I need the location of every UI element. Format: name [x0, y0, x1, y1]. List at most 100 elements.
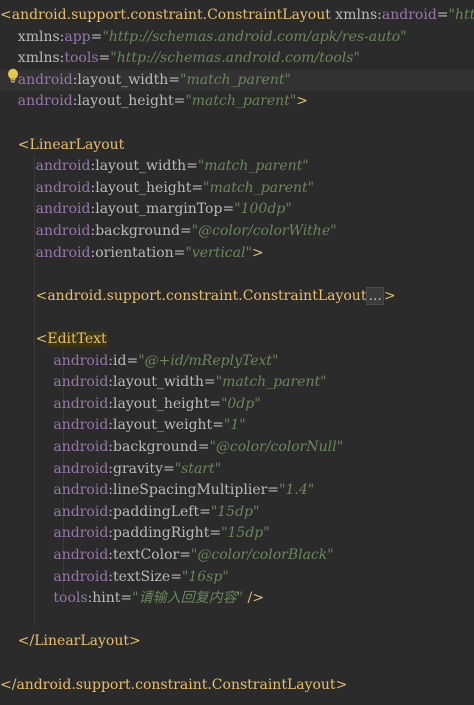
code-token: =	[126, 352, 139, 369]
code-token: <	[0, 331, 48, 347]
code-token: =	[267, 482, 280, 499]
code-token: android	[0, 417, 109, 434]
code-line[interactable]: android:id="@+id/mReplyText"	[0, 351, 474, 372]
code-line[interactable]: android:background="@color/colorWithe"	[0, 221, 474, 242]
code-token: >	[251, 244, 264, 261]
code-line[interactable]	[0, 113, 474, 134]
code-token: =	[90, 28, 103, 45]
code-token: "match_parent"	[185, 93, 297, 110]
code-token: lineSpacingMultiplier	[113, 482, 268, 499]
code-token: "@color/colorWithe"	[191, 223, 337, 239]
code-token: <android.support.constraint.ConstraintLa…	[0, 287, 367, 304]
code-token: =	[209, 395, 221, 412]
code-token: </LinearLayout>	[0, 633, 141, 650]
code-line[interactable]: android:layout_width="match_parent"	[0, 69, 474, 91]
code-line[interactable]: android:layout_height="match_parent">	[0, 91, 474, 112]
code-line[interactable]: xmlns:app="http://schemas.android.com/ap…	[0, 27, 474, 48]
code-token: tools	[0, 590, 88, 607]
code-line[interactable]	[0, 653, 474, 674]
code-token: background	[113, 439, 198, 455]
code-token: orientation	[95, 244, 174, 261]
code-line[interactable]: android:layout_height="match_parent"	[0, 178, 474, 199]
code-token: =	[203, 374, 216, 391]
code-token: tools	[64, 50, 99, 67]
code-line[interactable]: android:textColor="@color/colorBlack"	[0, 545, 474, 566]
code-token: android	[0, 547, 109, 563]
code-token: =	[98, 50, 111, 67]
code-token: xmlns	[0, 28, 60, 45]
code-line[interactable]: tools:hint="请输入回复内容" />	[0, 588, 474, 609]
code-token: =	[173, 93, 186, 110]
code-token: "match_parent"	[203, 179, 315, 196]
code-token: "100dp"	[234, 201, 292, 218]
code-line[interactable]: android:lineSpacingMultiplier="1.4"	[0, 480, 474, 501]
code-token: "@color/colorNull"	[209, 439, 344, 455]
code-token: "0dp"	[220, 395, 261, 412]
code-line[interactable]: xmlns:tools="http://schemas.android.com/…	[0, 48, 474, 69]
code-token: android	[0, 93, 73, 110]
code-token: >	[296, 93, 308, 110]
code-token: "match_parent"	[215, 374, 327, 391]
code-token: "vertical"	[185, 244, 252, 261]
code-token: android	[0, 244, 91, 261]
code-line[interactable]	[0, 264, 474, 285]
code-token: <android.support.constraint.ConstraintLa…	[0, 7, 331, 23]
code-token: "1"	[223, 417, 246, 434]
code-line[interactable]: android:layout_marginTop="100dp"	[0, 199, 474, 220]
code-line[interactable]: </LinearLayout>	[0, 631, 474, 652]
code-token: android	[0, 525, 109, 542]
code-token: android	[0, 179, 91, 196]
code-token: "http://schemas.android.com/apk/res-auto…	[102, 28, 407, 45]
code-token: id	[113, 352, 127, 369]
code-token: =	[120, 590, 133, 607]
code-token: >	[383, 287, 396, 304]
code-token: android	[0, 439, 109, 455]
code-token: "请输入回复内容"	[132, 590, 244, 607]
code-token: layout_width	[77, 71, 169, 88]
code-token: xmlns	[0, 50, 60, 67]
code-line[interactable]: </android.support.constraint.ConstraintL…	[0, 675, 474, 696]
code-line[interactable]: <LinearLayout	[0, 135, 474, 156]
code-token: "start"	[174, 460, 222, 477]
code-editor[interactable]: <android.support.constraint.ConstraintLa…	[0, 0, 474, 705]
code-line[interactable]: <android.support.constraint.ConstraintLa…	[0, 5, 474, 26]
code-line[interactable]: android:gravity="start"	[0, 459, 474, 480]
code-token: =	[168, 71, 181, 88]
code-line[interactable]: android:paddingRight="15dp"	[0, 523, 474, 544]
code-line[interactable]: android:textSize="16sp"	[0, 567, 474, 588]
code-token: layout_height	[77, 93, 174, 110]
code-token: paddingLeft	[113, 503, 200, 520]
code-token: android	[0, 395, 109, 412]
code-line[interactable]: android:orientation="vertical">	[0, 243, 474, 264]
code-token: layout_weight	[113, 417, 213, 434]
code-token: ...	[366, 286, 384, 305]
code-token: </android.support.constraint.ConstraintL…	[0, 676, 348, 693]
code-token: =	[173, 244, 186, 261]
code-line[interactable]: android:paddingLeft="15dp"	[0, 502, 474, 523]
code-token: background	[95, 223, 180, 239]
code-token: "@color/colorBlack"	[190, 547, 334, 563]
code-token: hint	[92, 590, 121, 607]
code-token: android	[0, 460, 109, 477]
code-line[interactable]: android:layout_weight="1"	[0, 415, 474, 436]
code-line[interactable]	[0, 610, 474, 631]
code-token: textColor	[113, 547, 180, 563]
code-token: layout_height	[113, 395, 210, 412]
code-token: "http://schemas.android.com/tools"	[110, 50, 360, 67]
code-line[interactable]: android:layout_width="match_parent"	[0, 372, 474, 393]
code-token: =	[199, 503, 211, 520]
code-line[interactable]: android:background="@color/colorNull"	[0, 437, 474, 458]
code-line[interactable]	[0, 307, 474, 328]
code-token: layout_height	[95, 179, 192, 196]
code-line[interactable]: android:layout_height="0dp"	[0, 394, 474, 415]
code-token: android	[0, 482, 109, 499]
lightbulb-icon[interactable]	[6, 68, 20, 84]
code-token: layout_marginTop	[95, 201, 223, 218]
code-line[interactable]: android:layout_width="match_parent"	[0, 156, 474, 177]
code-token: =	[212, 417, 224, 434]
code-line[interactable]: <EditText	[0, 329, 474, 350]
code-token: <LinearLayout	[0, 136, 125, 153]
code-token: =	[186, 158, 198, 175]
code-line[interactable]: <android.support.constraint.ConstraintLa…	[0, 286, 474, 307]
code-token: =	[436, 7, 449, 23]
